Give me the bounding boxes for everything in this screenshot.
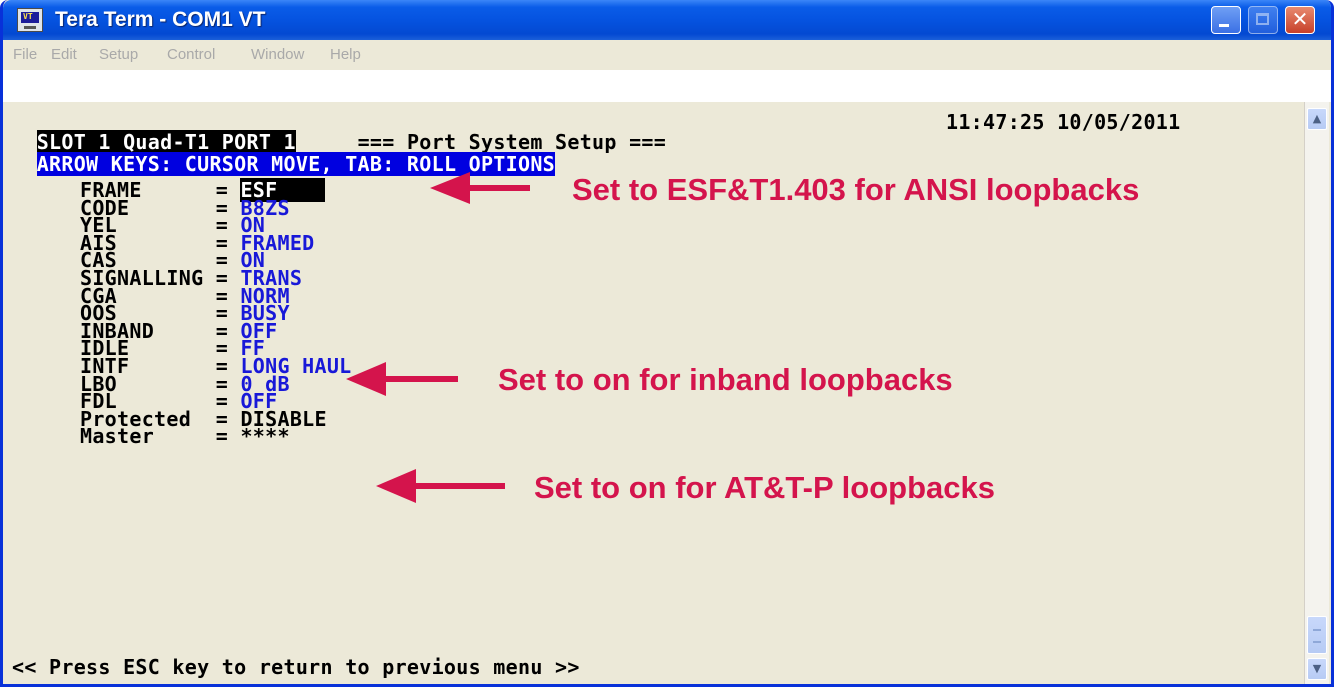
- arrow-icon: [346, 362, 458, 396]
- annotation-inband: Set to on for inband loopbacks: [498, 362, 953, 397]
- arrow-icon: [376, 469, 505, 503]
- annotation-frame: Set to ESF&T1.403 for ANSI loopbacks: [572, 172, 1140, 207]
- arrow-icon: [430, 172, 530, 204]
- annotation-fdl: Set to on for AT&T-P loopbacks: [534, 470, 996, 505]
- annotation-arrows: [346, 172, 530, 503]
